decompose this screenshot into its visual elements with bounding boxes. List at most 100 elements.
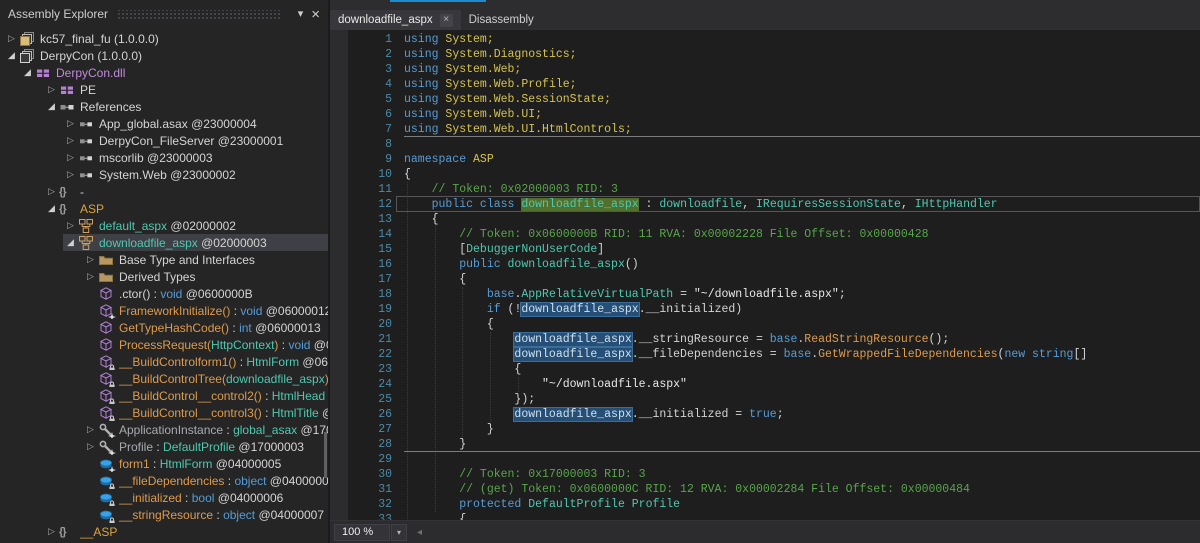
code-line[interactable]: 8 (348, 137, 1200, 152)
code-line[interactable]: 20 { (348, 317, 1200, 332)
line-number: 20 (348, 317, 392, 332)
tree-item-content: ▷{}__ASP (44, 523, 328, 540)
scroll-left-icon[interactable]: ◂ (417, 527, 422, 538)
tree-item[interactable]: ▷DerpyCon_FileServer @23000001 (0, 132, 328, 149)
tree-item[interactable]: form1 : HtmlForm @04000005 (0, 455, 328, 472)
code-line[interactable]: 33 { (348, 512, 1200, 520)
line-number: 33 (348, 512, 392, 520)
zoom-level-value[interactable]: 100 % (334, 524, 390, 541)
code-line[interactable]: 2using System.Diagnostics; (348, 47, 1200, 62)
tree-scrollbar-thumb[interactable] (324, 432, 327, 478)
expander-icon[interactable]: ▷ (44, 526, 59, 537)
tab-disassembly[interactable]: Disassembly (461, 10, 542, 30)
expander-icon[interactable]: ▷ (63, 169, 78, 180)
code-line[interactable]: 12 public class downloadfile_aspx : down… (348, 197, 1200, 212)
tree-item[interactable]: ▷ Profile : DefaultProfile @17000003 (0, 438, 328, 455)
tree-item[interactable]: ▷{}- (0, 183, 328, 200)
expander-icon[interactable]: ▷ (83, 271, 98, 282)
tree-item-label: Profile : DefaultProfile @17000003 (119, 440, 304, 454)
code-editor[interactable]: 1using System;2using System.Diagnostics;… (330, 30, 1200, 520)
tree-item[interactable]: ▷default_aspx @02000002 (0, 217, 328, 234)
code-line[interactable]: 32 protected DefaultProfile Profile (348, 497, 1200, 512)
code-line[interactable]: 31 // (get) Token: 0x0600000C RID: 12 RV… (348, 482, 1200, 497)
expander-icon[interactable]: ▷ (4, 33, 19, 44)
tree-item[interactable]: ProcessRequest(HttpContext) : void @06 (0, 336, 328, 353)
expander-icon[interactable]: ▷ (83, 424, 98, 435)
code-line[interactable]: 3using System.Web; (348, 62, 1200, 77)
tree-item[interactable]: ▷ApplicationInstance : global_asax @1700 (0, 421, 328, 438)
code-line[interactable]: 27 } (348, 422, 1200, 437)
panel-close-icon[interactable]: × (311, 7, 320, 22)
expander-icon[interactable]: ◢ (4, 50, 19, 61)
tree-item[interactable]: __fileDependencies : object @04000008 (0, 472, 328, 489)
tree-item[interactable]: __BuildControlTree(downloadfile_aspx) : (0, 370, 328, 387)
tree-item[interactable]: .ctor() : void @0600000B (0, 285, 328, 302)
expander-icon[interactable]: ▷ (63, 152, 78, 163)
tree-item[interactable]: __initialized : bool @04000006 (0, 489, 328, 506)
tree-item[interactable]: __BuildControl__control2() : HtmlHead @ (0, 387, 328, 404)
tree-item[interactable]: ▷kc57_final_fu (1.0.0.0) (0, 30, 328, 47)
panel-drag-grip[interactable] (117, 10, 281, 19)
expander-icon[interactable]: ▷ (63, 118, 78, 129)
tree-item[interactable]: ◢DerpyCon (1.0.0.0) (0, 47, 328, 64)
expander-icon[interactable]: ▷ (63, 220, 78, 231)
code-line[interactable]: 1using System; (348, 32, 1200, 47)
tree-item[interactable]: __stringResource : object @04000007 (0, 506, 328, 523)
tree-item[interactable]: ◢References (0, 98, 328, 115)
expander-icon[interactable]: ▷ (44, 186, 59, 197)
tab-downloadfile-aspx[interactable]: downloadfile_aspx × (330, 10, 461, 30)
tree-item[interactable]: ▷mscorlib @23000003 (0, 149, 328, 166)
tab-close-icon[interactable]: × (440, 14, 453, 27)
tab-bar: downloadfile_aspx × Disassembly (330, 10, 1200, 30)
tree-item[interactable]: __BuildControlform1() : HtmlForm @060 (0, 353, 328, 370)
tree-item[interactable]: ▷PE (0, 81, 328, 98)
expander-icon[interactable]: ▷ (44, 84, 59, 95)
code-line[interactable]: 6using System.Web.UI; (348, 107, 1200, 122)
code-line-text: using System; (404, 32, 494, 47)
code-line[interactable]: 29 (348, 452, 1200, 467)
tree-item[interactable]: FrameworkInitialize() : void @06000012 (0, 302, 328, 319)
code-line[interactable]: 16 public downloadfile_aspx() (348, 257, 1200, 272)
tree-item[interactable]: ▷{}__ASP (0, 523, 328, 540)
code-line[interactable]: 7using System.Web.UI.HtmlControls; (348, 122, 1200, 137)
tree-item[interactable]: GetTypeHashCode() : int @06000013 (0, 319, 328, 336)
code-line[interactable]: 14 // Token: 0x0600000B RID: 11 RVA: 0x0… (348, 227, 1200, 242)
tree-item-label: - (80, 185, 84, 199)
tree-item[interactable]: ▷App_global.asax @23000004 (0, 115, 328, 132)
tree-item[interactable]: ◢{}ASP (0, 200, 328, 217)
code-line[interactable]: 5using System.Web.SessionState; (348, 92, 1200, 107)
code-line[interactable]: 30 // Token: 0x17000003 RID: 3 (348, 467, 1200, 482)
panel-menu-icon[interactable]: ▾ (298, 9, 304, 20)
code-line[interactable]: 25 }); (348, 392, 1200, 407)
code-line[interactable]: 26 downloadfile_aspx.__initialized = tru… (348, 407, 1200, 422)
tree-item[interactable]: ▷Base Type and Interfaces (0, 251, 328, 268)
tree-item[interactable]: ◢downloadfile_aspx @02000003 (0, 234, 328, 251)
code-line[interactable]: 17 { (348, 272, 1200, 287)
code-line[interactable]: 13 { (348, 212, 1200, 227)
code-line[interactable]: 21 downloadfile_aspx.__stringResource = … (348, 332, 1200, 347)
expander-icon[interactable]: ◢ (63, 237, 78, 248)
tree-item[interactable]: ▷Derived Types (0, 268, 328, 285)
expander-icon[interactable]: ◢ (44, 203, 59, 214)
expander-icon[interactable]: ◢ (44, 101, 59, 112)
expander-icon[interactable]: ▷ (63, 135, 78, 146)
expander-icon[interactable]: ▷ (83, 441, 98, 452)
code-line[interactable]: 23 { (348, 362, 1200, 377)
code-line[interactable]: 19 if (!downloadfile_aspx.__initialized) (348, 302, 1200, 317)
tree-item[interactable]: __BuildControl__control3() : HtmlTitle @ (0, 404, 328, 421)
tree-item[interactable]: ◢DerpyCon.dll (0, 64, 328, 81)
expander-icon[interactable]: ◢ (20, 67, 35, 78)
code-line[interactable]: 10{ (348, 167, 1200, 182)
tree-item[interactable]: ▷System.Web @23000002 (0, 166, 328, 183)
code-line[interactable]: 11 // Token: 0x02000003 RID: 3 (348, 182, 1200, 197)
code-line[interactable]: 24 "~/downloadfile.aspx" (348, 377, 1200, 392)
code-line[interactable]: 9namespace ASP (348, 152, 1200, 167)
code-line[interactable]: 28 } (348, 437, 1200, 452)
zoom-dropdown-icon[interactable]: ▾ (391, 524, 407, 541)
code-line[interactable]: 4using System.Web.Profile; (348, 77, 1200, 92)
code-line[interactable]: 15 [DebuggerNonUserCode] (348, 242, 1200, 257)
code-line[interactable]: 22 downloadfile_aspx.__fileDependencies … (348, 347, 1200, 362)
expander-icon[interactable]: ▷ (83, 254, 98, 265)
code-line[interactable]: 18 base.AppRelativeVirtualPath = "~/down… (348, 287, 1200, 302)
zoom-combo[interactable]: 100 % ▾ (334, 524, 407, 541)
